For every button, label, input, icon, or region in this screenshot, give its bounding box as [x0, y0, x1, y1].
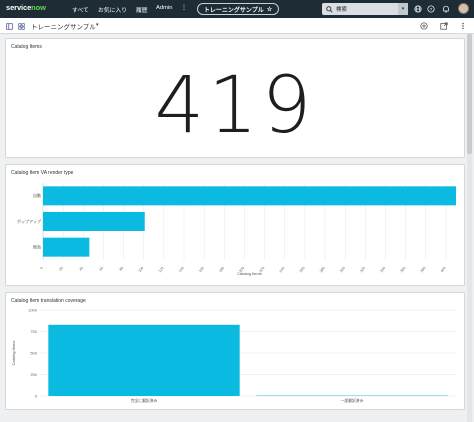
y-tick-label: 500 — [30, 350, 37, 355]
x-tick-label: 160 — [198, 266, 205, 273]
scrollbar-thumb[interactable] — [467, 34, 472, 154]
globe-icon[interactable] — [413, 4, 423, 14]
card-title: Catalog Items — [11, 44, 42, 50]
x-tick-label: 20 — [58, 266, 64, 272]
category-label: 自動 — [33, 192, 41, 198]
app-title: トレーニングサンプル — [203, 7, 264, 14]
va-render-type-chart: 0 20 40 60 80 100 120 140 160 180 200 220 240 260 280 3… — [17, 183, 456, 276]
x-tick-label: 360 — [399, 266, 406, 273]
bar[interactable] — [48, 324, 240, 396]
y-tick-label: 250 — [30, 372, 37, 377]
page-scrollbar[interactable] — [467, 34, 472, 422]
servicenow-logo[interactable]: servicenow — [6, 3, 46, 12]
nav-history[interactable]: 履歴 — [136, 5, 148, 14]
x-tick-label: 300 — [339, 266, 346, 273]
search-input[interactable]: 検索 — [336, 5, 398, 13]
x-tick-label: 260 — [299, 266, 306, 273]
x-tick-label: 0 — [39, 266, 43, 270]
x-tick-label: 380 — [420, 266, 427, 273]
category-label: 一部翻訳済み — [341, 398, 364, 403]
x-tick-label: 240 — [279, 266, 286, 273]
bar[interactable] — [43, 212, 145, 231]
nav-all[interactable]: すべて — [72, 5, 89, 14]
search-scope-dropdown[interactable]: ▾ — [398, 3, 408, 15]
sidebar-toggle-icon[interactable] — [4, 21, 14, 31]
search-icon — [322, 3, 336, 15]
svg-text:?: ? — [430, 7, 433, 13]
x-tick-label: 40 — [78, 266, 84, 272]
catalog-items-count[interactable]: 419 — [6, 61, 464, 151]
app-title-pill[interactable]: トレーニングサンプル ☆ — [197, 3, 279, 15]
help-icon[interactable]: ? — [426, 4, 436, 14]
x-tick-label: 60 — [99, 266, 105, 272]
category-label: 完全に翻訳済み — [131, 398, 158, 403]
x-tick-label: 320 — [359, 266, 366, 273]
bar[interactable] — [43, 186, 456, 206]
bar[interactable] — [43, 237, 90, 257]
nav-favorites[interactable]: お気に入り — [98, 5, 127, 14]
va-render-type-card: Catalog Item VA render type 0 20 40 60 80 100… — [5, 164, 465, 286]
x-tick-label: 280 — [319, 266, 326, 273]
y-tick-label: 750 — [30, 329, 37, 334]
dashboard-title[interactable]: トレーニングサンプル — [31, 21, 96, 31]
top-navigation: servicenow すべて お気に入り 履歴 Admin ⋮ トレーニングサン… — [0, 0, 474, 18]
x-tick-label: 180 — [218, 266, 225, 273]
x-axis-label: Catalog Items — [237, 271, 262, 276]
x-tick-label: 80 — [119, 266, 125, 272]
translation-coverage-chart: 0 250 500 750 1000 Catalog Items 完全に翻訳済み 一部翻訳済み — [11, 307, 456, 403]
star-icon[interactable]: ☆ — [267, 6, 272, 13]
x-tick-label: 140 — [178, 266, 185, 273]
more-icon[interactable] — [458, 21, 468, 31]
share-icon[interactable] — [439, 21, 449, 31]
translation-coverage-card: Catalog Item translation coverage 0 250 50… — [5, 292, 465, 410]
x-tick-label: 120 — [158, 266, 165, 273]
more-menu-icon[interactable]: ⋮ — [181, 5, 187, 11]
y-axis-label: Catalog Items — [11, 341, 16, 366]
category-label: 無効 — [33, 243, 41, 249]
global-search[interactable]: 検索 ▾ — [322, 3, 408, 15]
user-avatar[interactable] — [458, 3, 469, 14]
nav-admin[interactable]: Admin — [156, 5, 172, 11]
chevron-down-icon[interactable]: ▾ — [96, 22, 99, 28]
y-tick-label: 0 — [35, 393, 38, 398]
dashboard-header: トレーニングサンプル ▾ — [0, 18, 474, 34]
dashboard-grid-icon[interactable] — [16, 21, 26, 31]
bell-icon[interactable] — [441, 4, 451, 14]
x-tick-label: 100 — [138, 266, 145, 273]
add-icon[interactable] — [419, 21, 429, 31]
catalog-items-card: Catalog Items 419 — [5, 38, 465, 158]
category-label: ポップアップ — [17, 218, 41, 224]
y-tick-label: 1000 — [28, 307, 38, 312]
x-tick-label: 340 — [379, 266, 386, 273]
x-tick-label: 400 — [440, 266, 447, 273]
